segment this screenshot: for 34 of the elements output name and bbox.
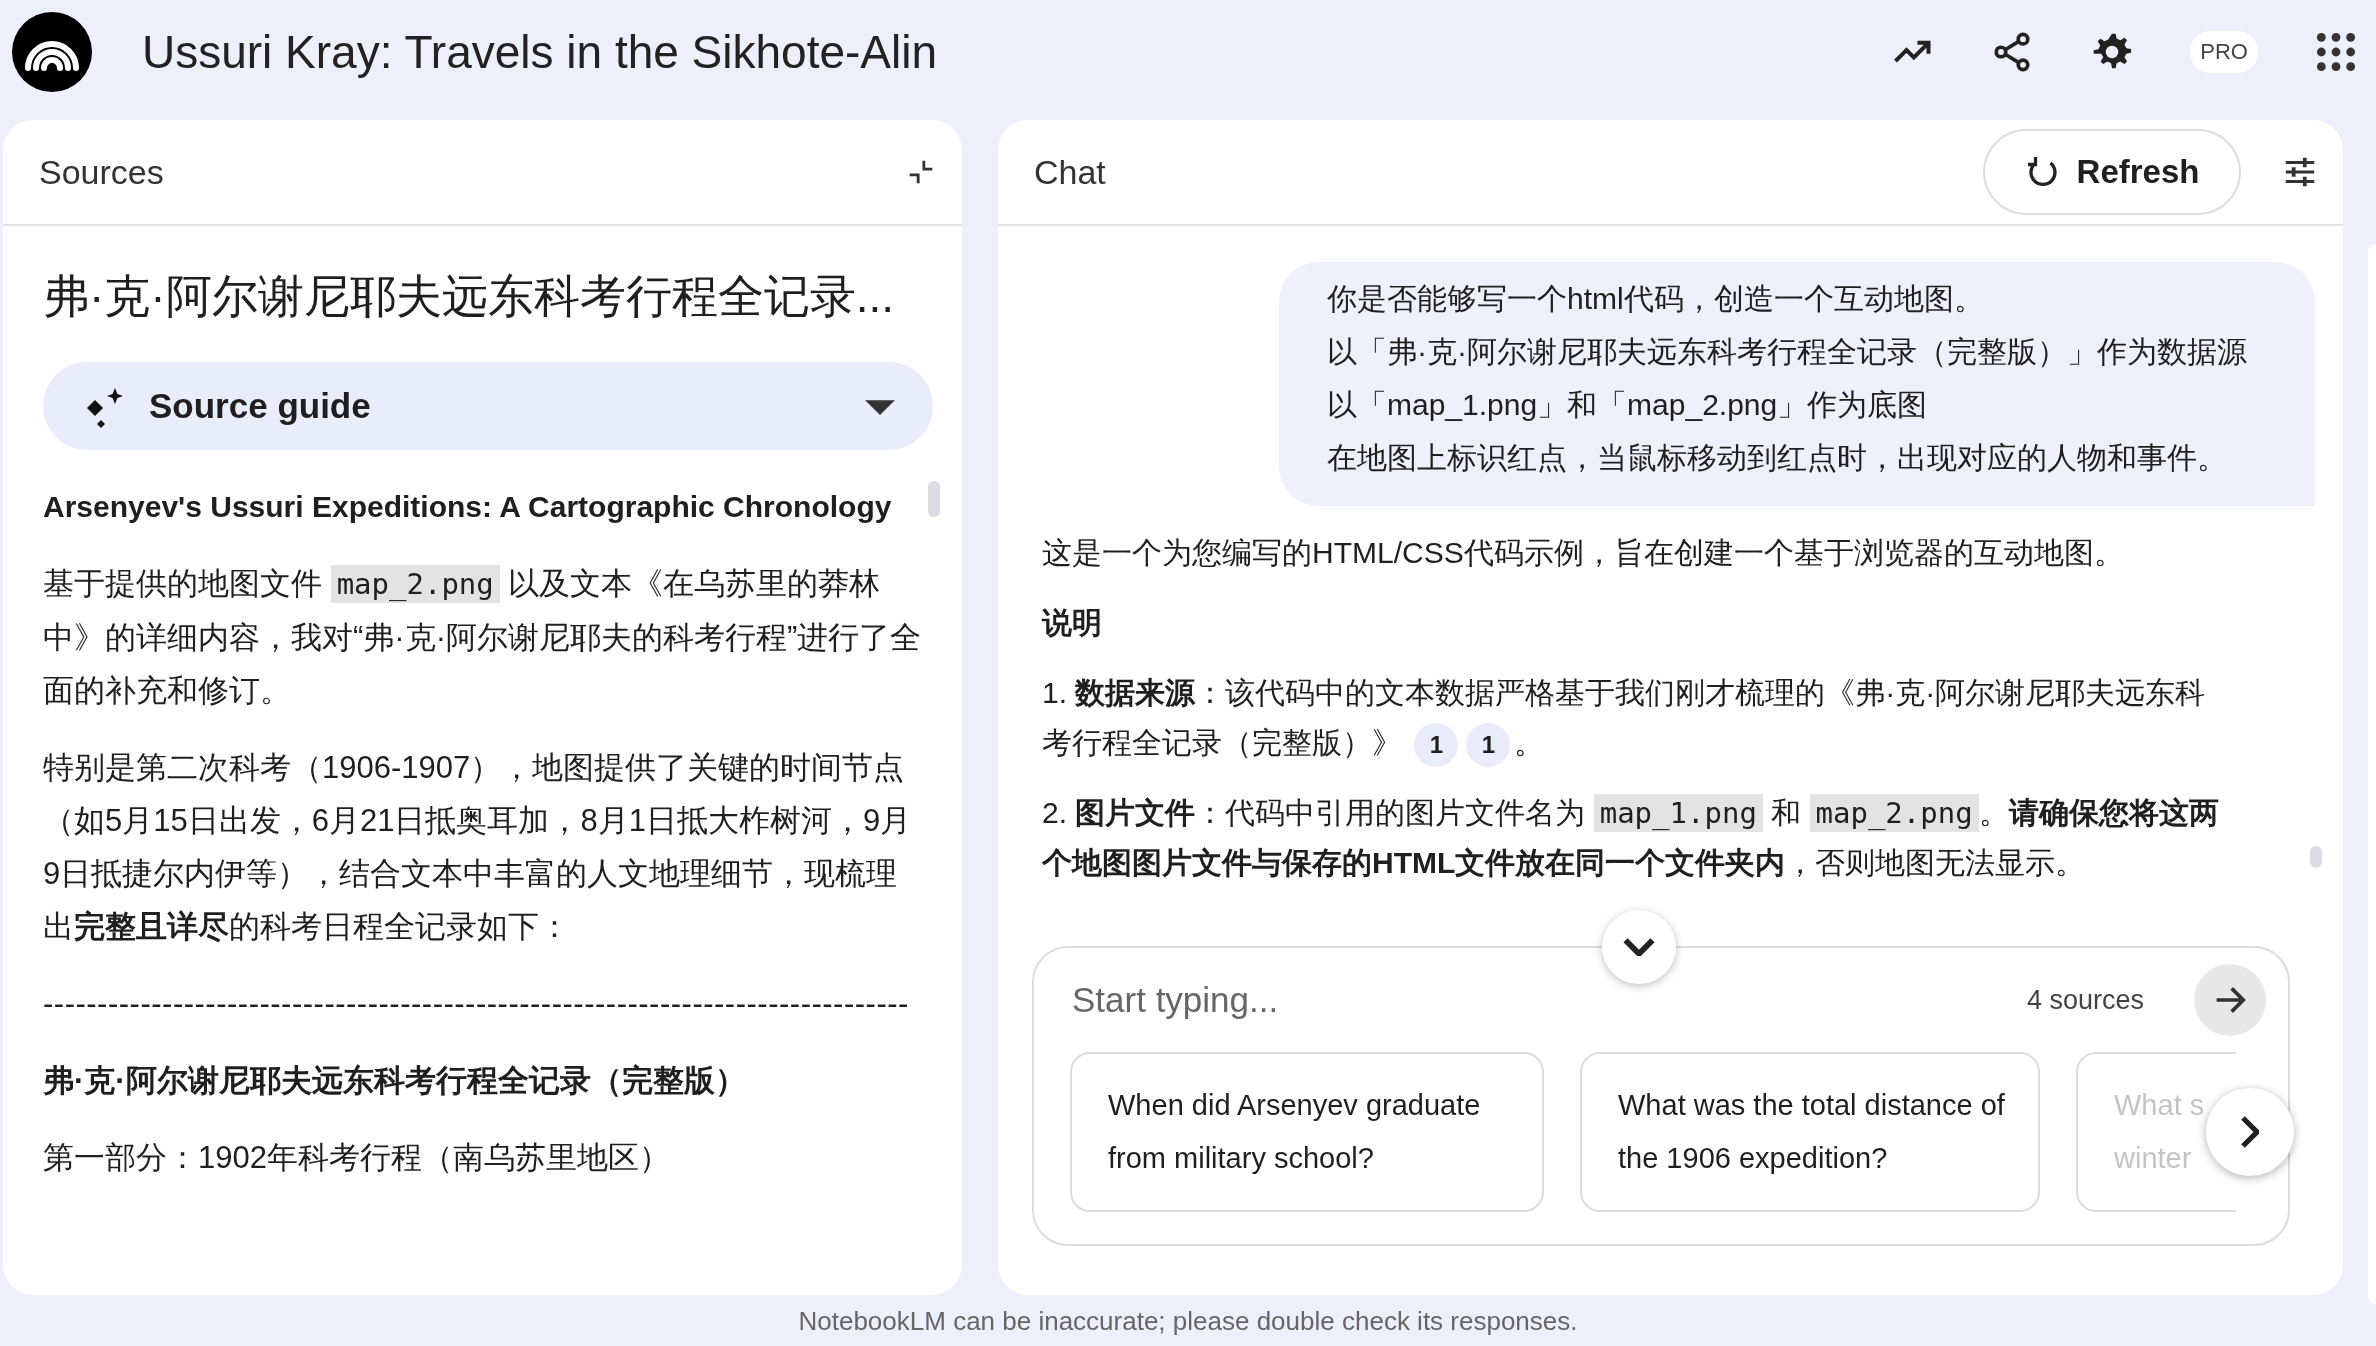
next-button[interactable] xyxy=(2206,1088,2294,1176)
source-count: 4 sources xyxy=(2026,984,2144,1016)
paragraph: 这是一个为您编写的HTML/CSS代码示例，旨在创建一个基于浏览器的互动地图。 xyxy=(1042,535,2125,571)
chevron-icon xyxy=(1623,938,1655,956)
suggestion-chip[interactable]: When did Arsenyev graduate from military school? xyxy=(1070,1052,1544,1212)
suggestion-chip[interactable]: What was the total distance of the 1906 expedition? xyxy=(1580,1052,2040,1212)
citation-badge[interactable]: 1 xyxy=(1414,723,1459,767)
citation-badge[interactable]: 1 xyxy=(1466,723,1511,767)
section-heading: Arsenyev's Ussuri Expeditions: A Cartographic Chronology xyxy=(43,489,893,525)
paragraph: 第一部分：1902年科考行程（南乌苏里地区） xyxy=(43,1139,671,1177)
source-guide-button[interactable]: Source guide xyxy=(43,362,933,450)
section-heading: 弗·克·阿尔谢尼耶夫远东科考行程全记录（完整版） xyxy=(43,1062,747,1100)
paragraph: 基于提供的地图文件 map_2.png 以及文本《在乌苏里的莽林中》的详细内容，我对“弗·克·阿尔谢尼耶夫的科考行程”进行了全面的补充和修订。 xyxy=(43,564,923,710)
section-heading: 说明 xyxy=(1042,605,1103,641)
scrollbar-thumb[interactable] xyxy=(928,481,940,517)
notebook-title[interactable]: Ussuri Kray: Travels in the Sikhote-Alin xyxy=(142,25,938,79)
logo-icon[interactable] xyxy=(12,12,92,92)
paragraph: 1. 数据来源：该代码中的文本数据严格基于我们刚才梳理的《弗·克·阿尔谢尼耶夫远东科考行程全记录（完整版）》 1 1 。 xyxy=(1042,668,2232,768)
chevron-icon xyxy=(2241,1116,2259,1148)
source-title: 弗·克·阿尔谢尼耶夫远东科考行程全记录... xyxy=(43,269,895,324)
refresh-button[interactable]: Refresh xyxy=(1983,129,2241,215)
apps-icon[interactable] xyxy=(2314,30,2358,74)
caret-icon xyxy=(865,397,895,415)
pro-badge: PRO xyxy=(2190,31,2258,73)
chat-input-field[interactable]: Start typing... xyxy=(1070,979,2007,1021)
panel-title: Chat xyxy=(1034,152,1106,192)
disclaimer-text: NotebookLM can be inaccurate; please double check its responses. xyxy=(797,1305,1579,1338)
panel-title: Sources xyxy=(39,152,164,192)
paragraph: 特别是第二次科考（1906-1907），地图提供了关键的时间节点（如5月15日出发，6月21日抵奥耳加，8月1日抵大柞树河，9月9日抵捷尔内伊等），结合文本中丰富的人文地理细节，现梳理出完整且详尽的科考日程全记录如下： xyxy=(43,749,913,946)
user-message: 你是否能够写一个html代码，创造一个互动地图。 以「弗·克·阿尔谢尼耶夫远东科考行程全记录（完整版）」作为数据源 以「map_1.png」和「map_2.png」作为底图 在地图上标识红点，当鼠标移动到红点时，出现对应的人物和事件。 xyxy=(1279,262,2315,506)
scroll-down-button[interactable] xyxy=(1602,910,1676,984)
scrollbar-thumb[interactable] xyxy=(2310,846,2322,868)
dashed-rule: -------------------------------------------------------------------------------- xyxy=(43,985,910,1023)
paragraph: 2. 图片文件：代码中引用的图片文件名为 map_1.png 和 map_2.png 。请确保您将这两个地图图片文件与保存的HTML文件放在同一个文件夹内，否则地图无法显示。 xyxy=(1042,793,2220,881)
